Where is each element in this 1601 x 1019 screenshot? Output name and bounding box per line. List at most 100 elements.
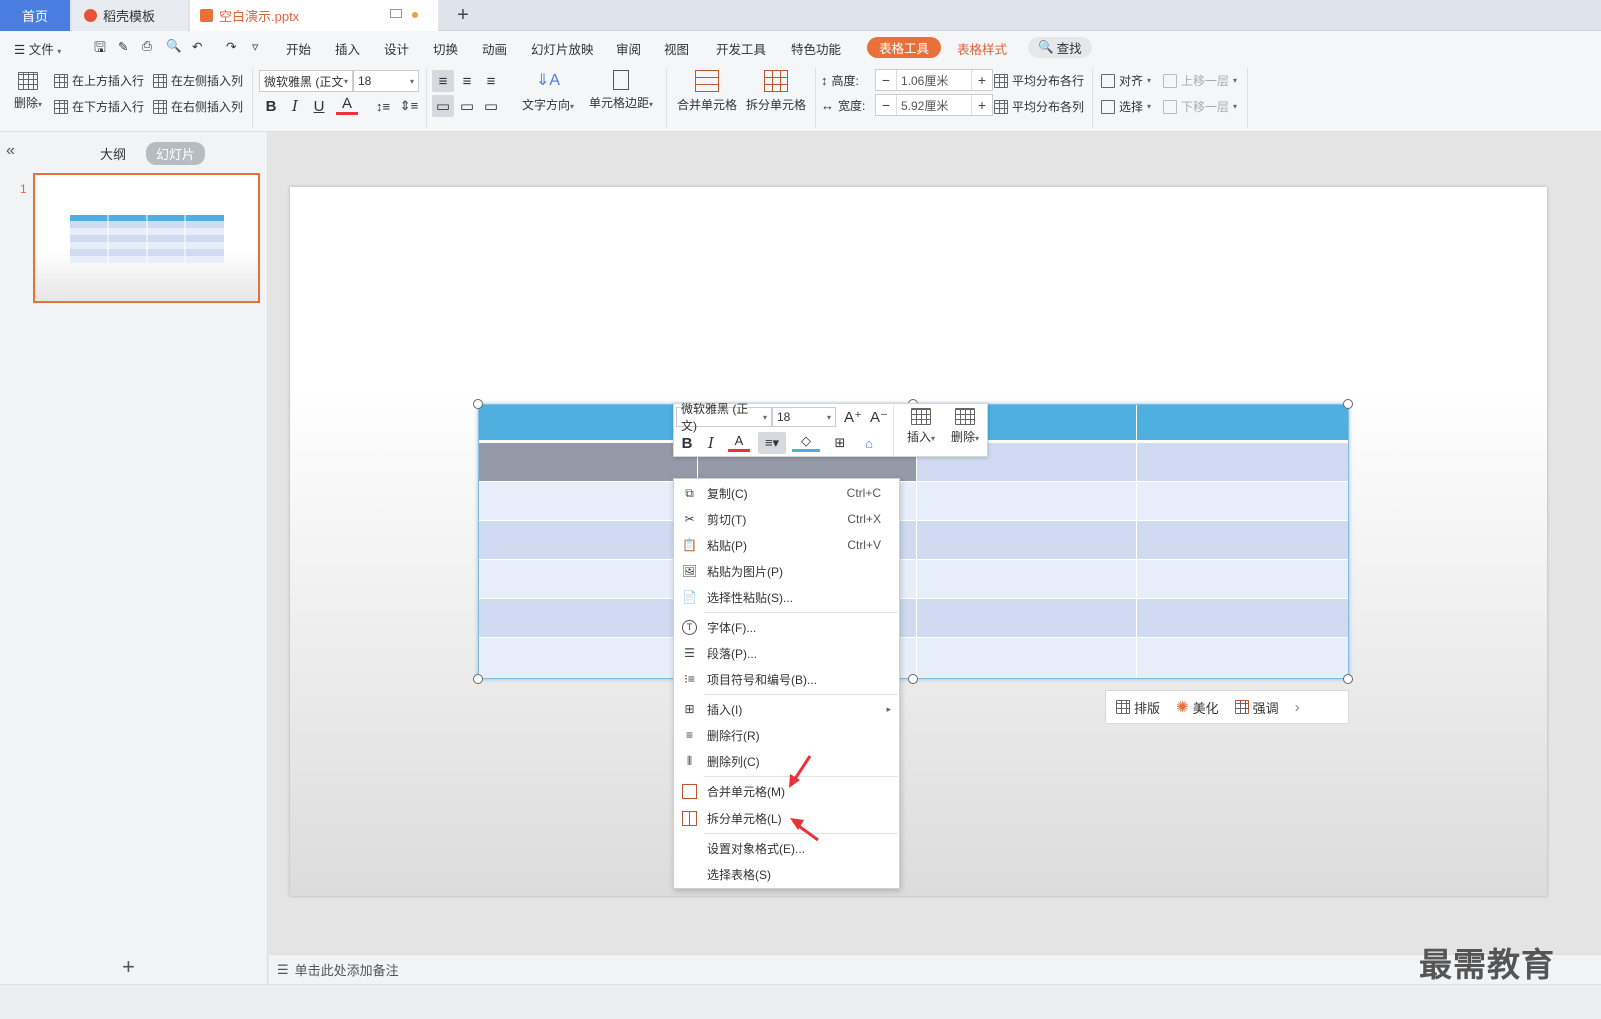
table-cell[interactable] [917,521,1137,560]
table-cell[interactable] [1137,560,1348,599]
menu-insert[interactable]: 插入 [335,39,360,58]
font-name-select[interactable]: 微软雅黑 (正文 ▾ [259,70,353,92]
print-preview-icon[interactable]: 🔍 [166,39,182,54]
bring-forward-button[interactable]: 上移一层 ▾ [1163,72,1237,89]
underline-button[interactable]: U [308,95,330,117]
align-bottom-icon[interactable]: ▭ [480,95,502,117]
menu-item-copy[interactable]: ⧉ 复制(C) Ctrl+C [674,480,899,506]
height-value[interactable]: 1.06厘米 [896,70,972,90]
collapse-pane-icon[interactable]: « [6,142,15,160]
add-slide-button[interactable]: + [122,954,135,980]
align-top-icon[interactable]: ▭ [432,95,454,117]
table-cell[interactable] [917,638,1137,678]
mini-font-name-select[interactable]: 微软雅黑 (正文) ▾ [676,402,772,433]
resize-handle[interactable] [1343,399,1353,409]
emphasize-button[interactable]: 强调 [1234,698,1279,717]
menu-developer[interactable]: 开发工具 [716,39,766,58]
tab-home[interactable]: 首页 [0,0,70,31]
plus-icon[interactable]: + [972,97,992,113]
table-cell[interactable] [479,638,698,678]
menu-table-tools[interactable]: 表格工具 [867,37,942,58]
menu-item-font[interactable]: T 字体(F)... [674,614,899,640]
menu-table-style[interactable]: 表格样式 [957,39,1007,58]
line-spacing-icon[interactable]: ↕≡ [372,95,394,117]
align-middle-icon[interactable]: ▭ [456,95,478,117]
decrease-font-icon[interactable]: A⁻ [868,406,890,428]
mini-font-size-select[interactable]: 18 ▾ [772,407,836,427]
resize-handle[interactable] [1343,674,1353,684]
font-size-select[interactable]: 18 ▾ [353,70,419,92]
paragraph-spacing-icon[interactable]: ⇕≡ [398,95,420,117]
file-menu[interactable]: ☰ 文件 ▾ [14,39,61,58]
monitor-icon[interactable] [390,9,402,18]
italic-button[interactable]: I [284,95,306,117]
tab-outline[interactable]: 大纲 [90,142,136,165]
menu-animation[interactable]: 动画 [482,39,507,58]
align-button[interactable]: 对齐 ▾ [1101,72,1151,89]
table-cell-selected[interactable] [479,443,698,482]
font-color-icon[interactable]: A [336,95,358,115]
chevron-right-icon[interactable]: › [1295,699,1300,716]
merge-cells-ribbon-button[interactable]: 合并单元格 [675,70,739,113]
notes-bar[interactable]: ☰ 单击此处添加备注 [269,954,1601,984]
table-cell[interactable] [1137,521,1348,560]
table-cell[interactable] [1137,599,1348,638]
table-row[interactable] [479,521,1348,560]
table-cell[interactable] [1137,638,1348,678]
menu-slideshow[interactable]: 幻灯片放映 [531,39,594,58]
plus-icon[interactable]: + [972,72,992,88]
table-cell[interactable] [479,521,698,560]
borders-icon[interactable]: ⊞ [826,432,854,454]
mini-italic-button[interactable]: I [700,432,722,454]
send-backward-button[interactable]: 下移一层 ▾ [1163,98,1237,115]
table-cell[interactable] [1137,443,1348,482]
mini-bold-button[interactable]: B [676,432,698,454]
increase-font-icon[interactable]: A⁺ [842,406,864,428]
print-icon[interactable]: ⎙ [142,39,152,54]
format-painter-icon[interactable]: ✎ [118,39,128,54]
table-cell[interactable] [479,482,698,521]
table-row[interactable] [479,482,1348,521]
table-row[interactable] [479,599,1348,638]
undo-icon[interactable]: ↶ [192,39,202,54]
mini-align-icon[interactable]: ≡▾ [758,432,786,454]
cell-margin-button[interactable]: 单元格边距▾ [586,70,656,111]
mini-delete-button[interactable]: 删除▾ [945,408,985,445]
table-cell[interactable] [917,599,1137,638]
select-button[interactable]: 选择 ▾ [1101,98,1151,115]
table-cell[interactable] [917,482,1137,521]
menu-item-paste-as-image[interactable]: 🖼 粘贴为图片(P) [674,558,899,584]
insert-col-right-button[interactable]: 在右侧插入列 [153,98,243,115]
menu-item-select-table[interactable]: 选择表格(S) [674,861,899,887]
menu-review[interactable]: 审阅 [616,39,641,58]
menu-item-bullets[interactable]: ⁝≡ 项目符号和编号(B)... [674,666,899,692]
menu-item-paste[interactable]: 📋 粘贴(P) Ctrl+V [674,532,899,558]
table-cell[interactable] [1137,405,1348,443]
table-cell[interactable] [917,560,1137,599]
table-cell[interactable] [479,405,698,443]
menu-transition[interactable]: 切换 [433,39,458,58]
mini-font-color-icon[interactable]: A [728,432,750,452]
insert-row-above-button[interactable]: 在上方插入行 [54,72,144,89]
menu-special[interactable]: 特色功能 [791,39,841,58]
format-painter-icon[interactable]: ⌂ [858,432,880,454]
insert-row-below-button[interactable]: 在下方插入行 [54,98,144,115]
fill-color-icon[interactable]: ◇ [792,432,820,452]
layout-button[interactable]: 排版 [1116,698,1160,717]
distribute-cols-button[interactable]: 平均分布各列 [994,98,1084,115]
redo-icon[interactable]: ↷ [226,39,236,54]
bold-button[interactable]: B [260,95,282,117]
menu-design[interactable]: 设计 [384,39,409,58]
search-button[interactable]: 🔍 查找 [1028,37,1092,58]
beautify-button[interactable]: ✺ 美化 [1176,698,1219,717]
table-cell[interactable] [479,599,698,638]
table-row[interactable] [479,560,1348,599]
table-row[interactable] [479,638,1348,678]
mini-insert-button[interactable]: 插入▾ [901,408,941,445]
align-center-icon[interactable]: ≡ [456,70,478,92]
align-left-icon[interactable]: ≡ [432,70,454,92]
tab-template[interactable]: 稻壳模板 [72,0,188,31]
menu-home[interactable]: 开始 [286,39,311,58]
slide-thumbnail[interactable] [33,173,260,303]
insert-col-left-button[interactable]: 在左侧插入列 [153,72,243,89]
